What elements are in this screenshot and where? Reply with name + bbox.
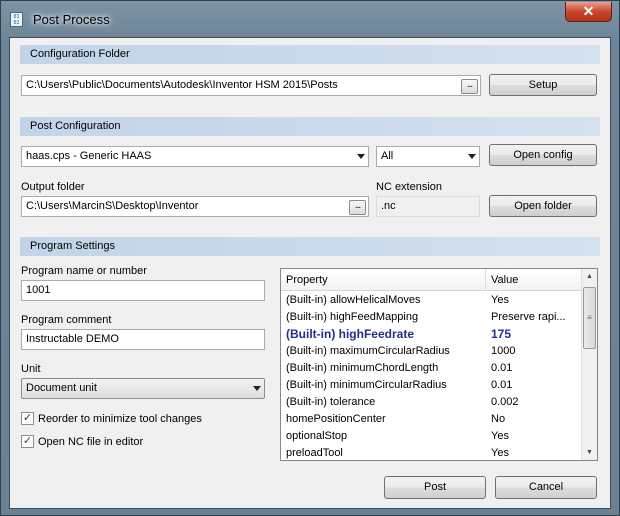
property-name: (Built-in) minimumCircularRadius <box>286 379 447 391</box>
configuration-folder-input[interactable]: C:\Users\Public\Documents\Autodesk\Inven… <box>21 75 481 96</box>
chevron-down-icon <box>357 154 365 159</box>
app-icon: 01 02 <box>10 12 23 27</box>
program-settings-header: Program Settings <box>20 237 600 256</box>
property-value[interactable]: 0.01 <box>486 360 582 377</box>
chevron-down-icon <box>253 386 261 391</box>
reorder-label[interactable]: Reorder to minimize tool changes <box>38 413 202 425</box>
property-row[interactable]: optionalStop Yes <box>281 428 582 445</box>
program-name-label: Program name or number <box>21 265 147 277</box>
configuration-folder-header: Configuration Folder <box>20 45 600 64</box>
scroll-up-arrow-icon[interactable]: ▲ <box>582 269 597 284</box>
property-row[interactable]: (Built-in) minimumCircularRadius 0.01 <box>281 377 582 394</box>
property-value[interactable]: 175 <box>486 326 582 343</box>
post-processor-value: haas.cps - Generic HAAS <box>26 150 152 162</box>
output-folder-label: Output folder <box>21 181 85 193</box>
nc-extension-input[interactable]: .nc <box>376 196 480 217</box>
program-name-input[interactable]: 1001 <box>21 280 265 301</box>
property-row[interactable]: (Built-in) tolerance 0.002 <box>281 394 582 411</box>
property-name: (Built-in) tolerance <box>286 396 376 408</box>
dialog-body: Configuration Folder C:\Users\Public\Doc… <box>9 37 611 509</box>
post-button[interactable]: Post <box>384 476 486 499</box>
post-filter-select[interactable]: All <box>376 146 480 167</box>
title-bar[interactable]: 01 02 Post Process ✕ <box>1 1 619 37</box>
open-config-button[interactable]: Open config <box>489 144 597 166</box>
property-value[interactable]: Yes <box>486 292 582 309</box>
property-row[interactable]: (Built-in) highFeedMapping Preserve rapi.… <box>281 309 582 326</box>
property-name: homePositionCenter <box>286 413 386 425</box>
nc-extension-label: NC extension <box>376 181 443 193</box>
properties-grid: Property Value (Built-in) allowHelicalMo… <box>280 268 598 461</box>
open-nc-checkbox[interactable]: ✓ <box>21 435 34 448</box>
unit-value: Document unit <box>26 382 97 394</box>
output-folder-browse-button[interactable]: ... <box>349 200 366 215</box>
property-row[interactable]: (Built-in) maximumCircularRadius 1000 <box>281 343 582 360</box>
properties-grid-header: Property Value <box>281 269 582 291</box>
post-configuration-header: Post Configuration <box>20 117 600 136</box>
property-value[interactable]: 0.01 <box>486 377 582 394</box>
property-name: (Built-in) maximumCircularRadius <box>286 345 450 357</box>
property-row[interactable]: preloadTool Yes <box>281 445 582 460</box>
column-header-value[interactable]: Value <box>486 269 582 291</box>
property-row[interactable]: (Built-in) minimumChordLength 0.01 <box>281 360 582 377</box>
unit-select[interactable]: Document unit <box>21 378 265 399</box>
scroll-thumb[interactable]: ≡ <box>583 287 596 349</box>
property-row[interactable]: (Built-in) allowHelicalMoves Yes <box>281 292 582 309</box>
cancel-button[interactable]: Cancel <box>495 476 597 499</box>
property-value[interactable]: Yes <box>486 428 582 445</box>
property-name: (Built-in) highFeedrate <box>286 327 414 341</box>
property-name: (Built-in) minimumChordLength <box>286 362 439 374</box>
property-name: (Built-in) allowHelicalMoves <box>286 294 421 306</box>
reorder-checkbox[interactable]: ✓ <box>21 412 34 425</box>
property-name: optionalStop <box>286 430 348 442</box>
property-row[interactable]: homePositionCenter No <box>281 411 582 428</box>
property-name: preloadTool <box>286 447 343 459</box>
window-title: Post Process <box>33 12 110 27</box>
scroll-down-arrow-icon[interactable]: ▼ <box>582 445 597 460</box>
output-folder-input[interactable]: C:\Users\MarcinS\Desktop\Inventor <box>21 196 369 217</box>
property-value[interactable]: No <box>486 411 582 428</box>
post-processor-select[interactable]: haas.cps - Generic HAAS <box>21 146 369 167</box>
property-value[interactable]: Yes <box>486 445 582 460</box>
property-row[interactable]: (Built-in) highFeedrate 175 <box>281 326 582 343</box>
program-comment-label: Program comment <box>21 314 112 326</box>
property-value[interactable]: 1000 <box>486 343 582 360</box>
open-nc-label[interactable]: Open NC file in editor <box>38 436 143 448</box>
setup-button[interactable]: Setup <box>489 74 597 96</box>
properties-scrollbar[interactable]: ▲ ≡ ▼ <box>581 269 597 460</box>
open-folder-button[interactable]: Open folder <box>489 195 597 217</box>
column-header-property[interactable]: Property <box>281 269 486 291</box>
property-name: (Built-in) highFeedMapping <box>286 311 419 323</box>
chevron-down-icon <box>468 154 476 159</box>
post-filter-value: All <box>381 150 394 162</box>
configuration-folder-browse-button[interactable]: ... <box>461 79 478 94</box>
close-button[interactable]: ✕ <box>565 2 612 22</box>
property-value[interactable]: Preserve rapi... <box>486 309 582 326</box>
property-value[interactable]: 0.002 <box>486 394 582 411</box>
unit-label: Unit <box>21 363 41 375</box>
program-comment-input[interactable]: Instructable DEMO <box>21 329 265 350</box>
post-process-window: 01 02 Post Process ✕ Configuration Folde… <box>0 0 620 516</box>
